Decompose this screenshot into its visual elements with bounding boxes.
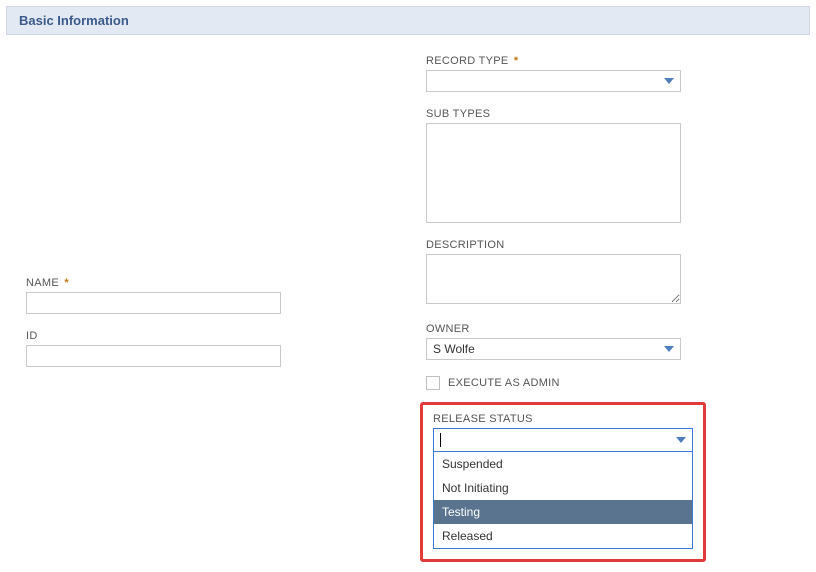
id-label: ID [26,330,396,342]
left-column: NAME * ID [6,55,396,562]
release-status-highlight: RELEASE STATUS Suspended Not Initiating … [420,402,706,562]
sub-types-field: SUB TYPES [426,108,790,223]
chevron-down-icon [676,437,686,443]
section-title: Basic Information [19,13,129,28]
release-option-testing[interactable]: Testing [434,500,692,524]
name-field: NAME * [26,277,396,314]
section-header: Basic Information [6,6,810,35]
sub-types-label: SUB TYPES [426,108,790,120]
record-type-field: RECORD TYPE * [426,55,790,92]
required-marker-icon: * [64,277,69,289]
release-option-released[interactable]: Released [434,524,692,548]
description-input[interactable] [426,254,681,304]
id-input[interactable] [26,345,281,367]
release-option-not-initiating[interactable]: Not Initiating [434,476,692,500]
release-status-select[interactable] [433,428,693,452]
description-field: DESCRIPTION [426,239,790,307]
execute-as-admin-field: EXECUTE AS ADMIN [426,376,790,390]
right-column: RECORD TYPE * SUB TYPES DESCRIPTION OWNE… [396,55,810,562]
form-body: NAME * ID RECORD TYPE * SUB TYPES [0,35,816,572]
record-type-label: RECORD TYPE * [426,55,790,67]
name-input[interactable] [26,292,281,314]
id-field: ID [26,330,396,367]
owner-field: OWNER S Wolfe [426,323,790,360]
owner-value: S Wolfe [433,342,475,356]
execute-as-admin-label: EXECUTE AS ADMIN [448,377,560,389]
name-label: NAME * [26,277,396,289]
release-status-dropdown: Suspended Not Initiating Testing Release… [433,452,693,549]
description-label: DESCRIPTION [426,239,790,251]
release-option-suspended[interactable]: Suspended [434,452,692,476]
execute-as-admin-checkbox[interactable] [426,376,440,390]
owner-select[interactable]: S Wolfe [426,338,681,360]
chevron-down-icon [664,346,674,352]
owner-label: OWNER [426,323,790,335]
chevron-down-icon [664,78,674,84]
required-marker-icon: * [514,55,519,67]
sub-types-box[interactable] [426,123,681,223]
release-status-label: RELEASE STATUS [433,413,693,425]
text-cursor-icon [440,433,441,447]
record-type-select[interactable] [426,70,681,92]
